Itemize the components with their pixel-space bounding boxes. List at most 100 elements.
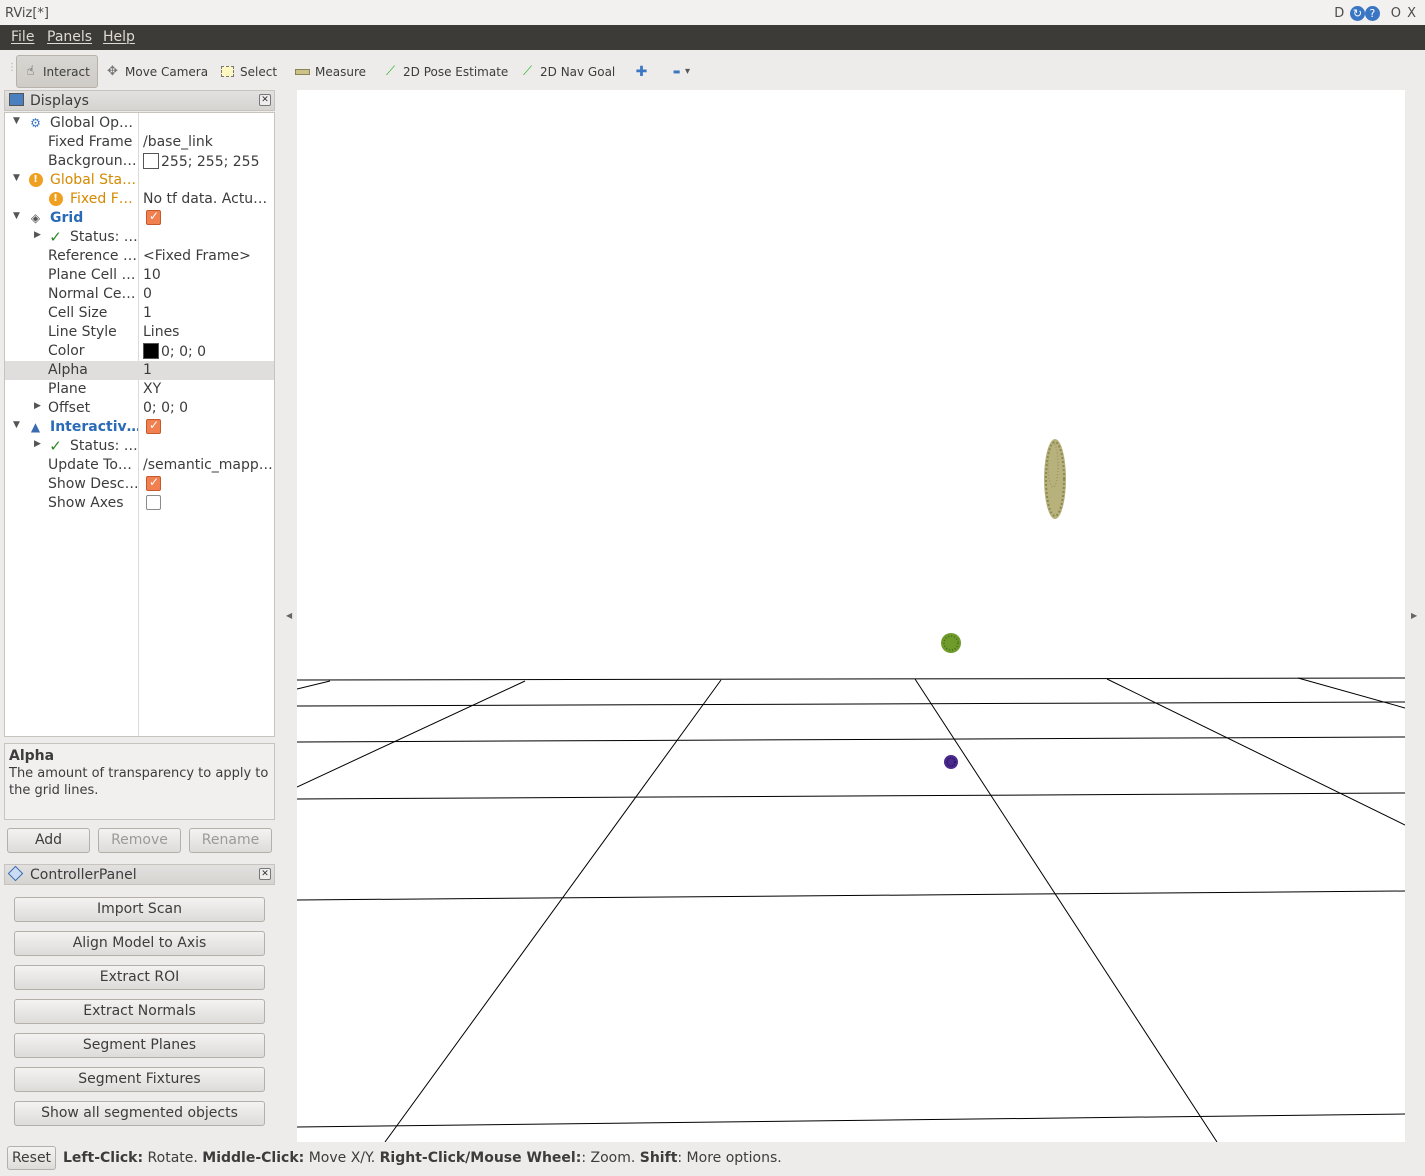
tree-row-value[interactable]: Lines xyxy=(143,324,273,340)
window-controls[interactable]: D ↻? O X xyxy=(1334,6,1417,21)
show-segmented-objects-button[interactable]: Show all segmented objects xyxy=(14,1101,265,1126)
panel-diamond-icon xyxy=(7,865,24,882)
tree-row-label: Fixed Frame xyxy=(48,134,133,150)
window-control-d[interactable]: D xyxy=(1334,6,1345,21)
add-tool-button[interactable]: ✚ xyxy=(628,55,655,88)
tree-row-background[interactable]: Backgroun… 255; 255; 255 xyxy=(5,152,274,171)
tree-row-normal-cell-count[interactable]: Normal Ce… 0 xyxy=(5,285,274,304)
tree-row-update-topic[interactable]: Update To… /semantic_mapp… xyxy=(5,456,274,475)
remove-tool-button[interactable]: ▬ ▾ xyxy=(663,55,696,88)
menu-help[interactable]: Help xyxy=(103,29,135,45)
close-button[interactable]: X xyxy=(1407,6,1417,21)
tree-row-value[interactable]: 0 xyxy=(143,286,273,302)
collapse-right-arrow-icon[interactable]: ▶ xyxy=(1411,611,1417,620)
dropdown-arrow-icon[interactable]: ▾ xyxy=(685,66,690,77)
tree-row-label: Global Sta… xyxy=(50,172,136,188)
menu-file[interactable]: File xyxy=(11,29,34,45)
align-model-button[interactable]: Align Model to Axis xyxy=(14,931,265,956)
tree-row-reference-frame[interactable]: Reference … <Fixed Frame> xyxy=(5,247,274,266)
point-cloud-green-object[interactable] xyxy=(941,633,961,653)
tree-row-show-axes[interactable]: Show Axes xyxy=(5,494,274,513)
tree-row-value[interactable]: 1 xyxy=(143,362,273,378)
tree-row-value[interactable]: /semantic_mapp… xyxy=(143,457,273,473)
tree-row-label: Fixed F… xyxy=(70,191,133,207)
point-cloud-purple-object[interactable] xyxy=(944,755,958,769)
interactive-markers-enabled-checkbox[interactable] xyxy=(146,418,161,434)
tree-row-label: Normal Ce… xyxy=(48,286,136,302)
tree-row-cell-size[interactable]: Cell Size 1 xyxy=(5,304,274,323)
3d-render-viewport[interactable] xyxy=(297,90,1405,1142)
nav-goal-tool[interactable]: ⟋ 2D Nav Goal xyxy=(514,55,621,88)
checkmark-icon: ✓ xyxy=(49,436,62,455)
import-scan-button[interactable]: Import Scan xyxy=(14,897,265,922)
grid-enabled-checkbox[interactable] xyxy=(146,209,161,225)
pose-estimate-tool[interactable]: ⟋ 2D Pose Estimate xyxy=(377,55,514,88)
rename-display-button[interactable]: Rename xyxy=(189,828,272,853)
context-help-icon[interactable]: ↻ xyxy=(1350,6,1366,21)
maximize-button[interactable]: O xyxy=(1391,6,1402,21)
collapse-arrow-icon[interactable]: ▼ xyxy=(13,116,20,126)
tree-row-fixed-frame-status[interactable]: ! Fixed F… No tf data. Actu… xyxy=(5,190,274,209)
tree-row-show-descriptions[interactable]: Show Desc… xyxy=(5,475,274,494)
measure-tool[interactable]: Measure xyxy=(289,55,372,88)
add-display-button[interactable]: Add xyxy=(7,828,90,853)
tree-row-global-status[interactable]: ▼ ! Global Sta… xyxy=(5,171,274,190)
collapse-arrow-icon[interactable]: ▼ xyxy=(13,420,20,430)
help-icon[interactable]: ? xyxy=(1365,6,1381,21)
tree-row-grid[interactable]: ▼ ◈ Grid xyxy=(5,209,274,228)
extract-normals-button[interactable]: Extract Normals xyxy=(14,999,265,1024)
reset-view-button[interactable]: Reset xyxy=(7,1146,56,1170)
select-tool[interactable]: Select xyxy=(214,55,283,88)
remove-display-button[interactable]: Remove xyxy=(98,828,181,853)
expand-arrow-icon[interactable]: ▶ xyxy=(34,401,41,411)
tree-row-value[interactable]: 255; 255; 255 xyxy=(143,153,273,170)
menu-panels[interactable]: Panels xyxy=(47,29,92,45)
color-swatch[interactable] xyxy=(143,153,159,169)
tree-row-grid-status[interactable]: ▶ ✓ Status: … xyxy=(5,228,274,247)
tree-row-value[interactable]: /base_link xyxy=(143,134,273,150)
tree-row-interactive-markers[interactable]: ▼ ▲ Interactiv… xyxy=(5,418,274,437)
tree-row-label: Color xyxy=(48,343,85,359)
close-panel-icon[interactable]: ✕ xyxy=(259,94,271,106)
tree-row-value[interactable]: 0; 0; 0 xyxy=(143,400,273,416)
tree-row-markers-status[interactable]: ▶ ✓ Status: … xyxy=(5,437,274,456)
tree-row-value[interactable]: XY xyxy=(143,381,273,397)
tree-row-global-options[interactable]: ▼ ⚙ Global Op… xyxy=(5,114,274,133)
interact-tool[interactable]: ☝ Interact xyxy=(16,55,98,88)
extract-roi-button[interactable]: Extract ROI xyxy=(14,965,265,990)
hint-key: Left-Click: xyxy=(63,1150,144,1166)
tree-row-color[interactable]: Color 0; 0; 0 xyxy=(5,342,274,361)
tree-row-alpha[interactable]: Alpha 1 xyxy=(5,361,274,380)
hint-key: Shift xyxy=(639,1150,678,1166)
tree-row-offset[interactable]: ▶ Offset 0; 0; 0 xyxy=(5,399,274,418)
tree-row-label: Global Op… xyxy=(50,115,134,131)
tree-row-label: Offset xyxy=(48,400,91,416)
hint-text: Rotate. xyxy=(143,1150,203,1166)
color-swatch[interactable] xyxy=(143,343,159,359)
collapse-left-arrow-icon[interactable]: ◀ xyxy=(286,611,292,620)
move-camera-tool[interactable]: ✥ Move Camera xyxy=(99,55,214,88)
expand-arrow-icon[interactable]: ▶ xyxy=(34,439,41,449)
interact-label: Interact xyxy=(43,64,90,79)
collapse-arrow-icon[interactable]: ▼ xyxy=(13,211,20,221)
tree-row-line-style[interactable]: Line Style Lines xyxy=(5,323,274,342)
expand-arrow-icon[interactable]: ▶ xyxy=(34,230,41,240)
warning-icon: ! xyxy=(28,172,43,187)
tree-row-value[interactable]: 10 xyxy=(143,267,273,283)
tree-row-value[interactable]: <Fixed Frame> xyxy=(143,248,273,264)
tree-row-value[interactable]: 0; 0; 0 xyxy=(143,343,273,360)
tree-row-plane-cell-count[interactable]: Plane Cell … 10 xyxy=(5,266,274,285)
point-cloud-tall-object[interactable] xyxy=(1044,439,1066,519)
segment-fixtures-button[interactable]: Segment Fixtures xyxy=(14,1067,265,1092)
collapse-arrow-icon[interactable]: ▼ xyxy=(13,173,20,183)
tree-row-label: Update To… xyxy=(48,457,132,473)
show-descriptions-checkbox[interactable] xyxy=(146,475,161,491)
segment-planes-button[interactable]: Segment Planes xyxy=(14,1033,265,1058)
tree-row-value[interactable]: 1 xyxy=(143,305,273,321)
close-panel-icon[interactable]: ✕ xyxy=(259,868,271,880)
tree-row-plane[interactable]: Plane XY xyxy=(5,380,274,399)
status-hint: Left-Click: Rotate. Middle-Click: Move X… xyxy=(63,1150,782,1166)
show-axes-checkbox[interactable] xyxy=(146,495,161,510)
tree-row-label: Cell Size xyxy=(48,305,108,321)
tree-row-fixed-frame[interactable]: Fixed Frame /base_link xyxy=(5,133,274,152)
